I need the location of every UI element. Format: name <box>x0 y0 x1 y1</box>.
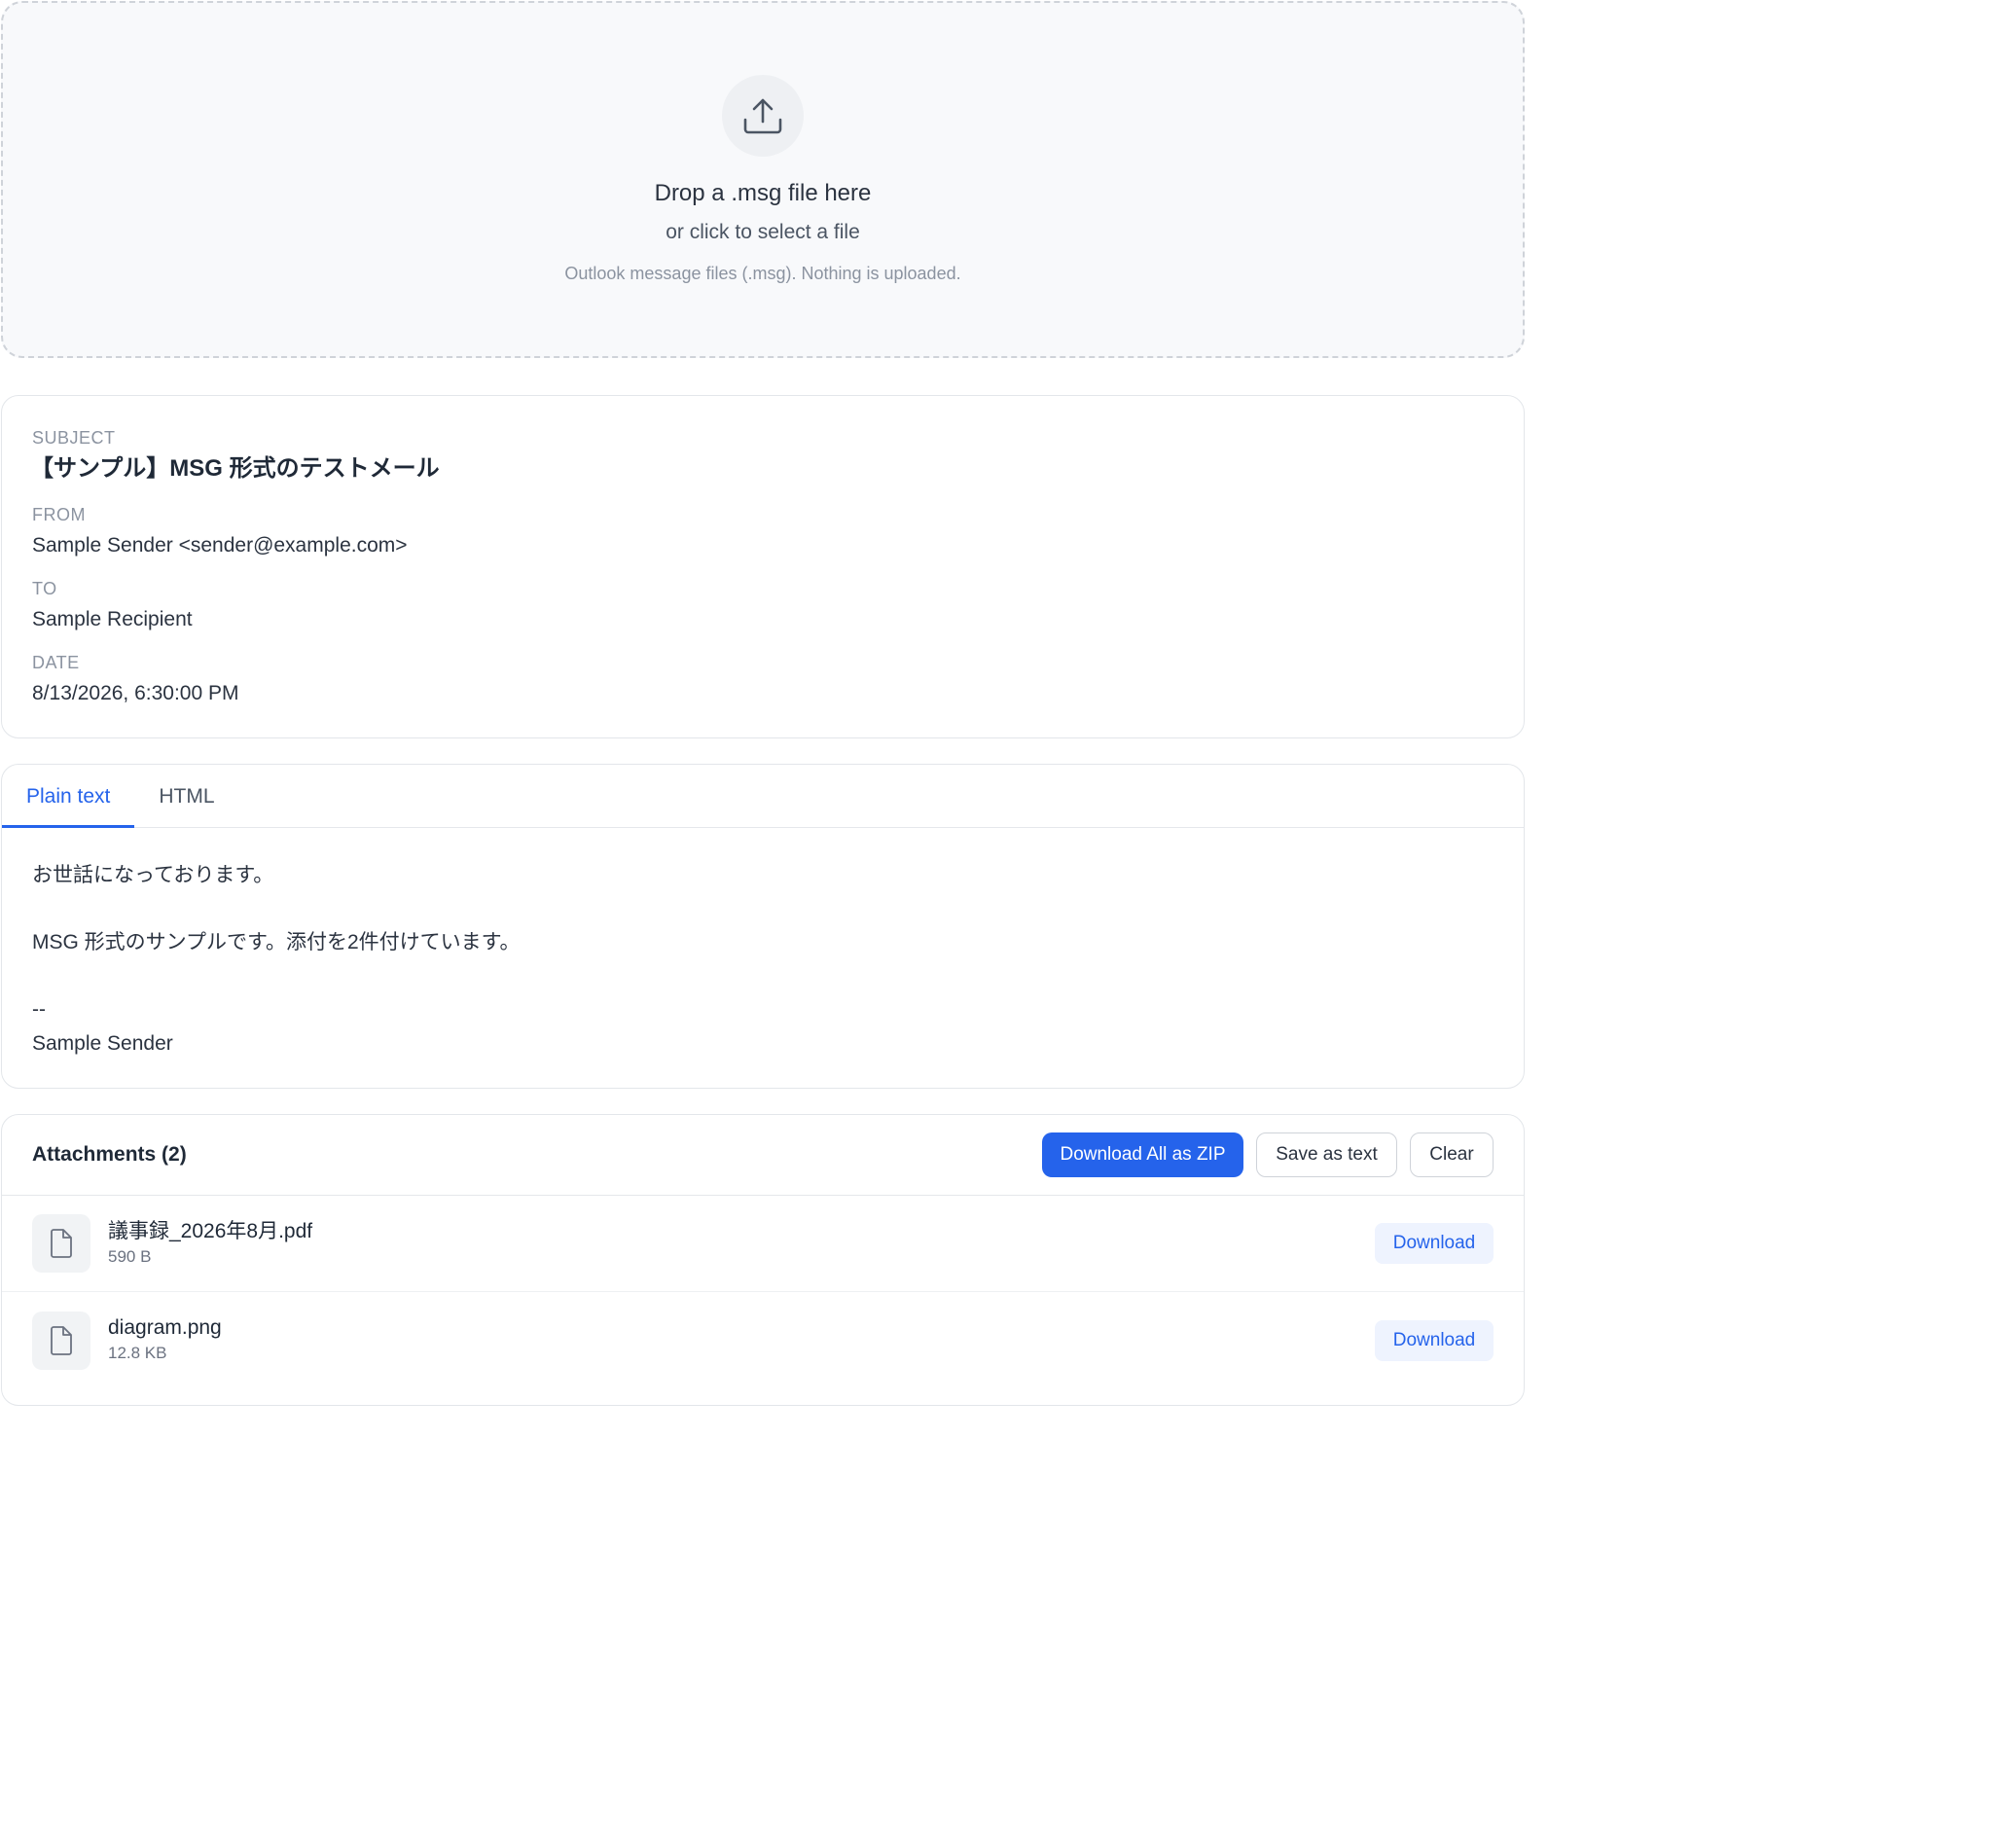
body-line: -- <box>32 998 46 1021</box>
page: Drop a .msg file here or click to select… <box>0 0 1526 1406</box>
download-all-zip-button[interactable]: Download All as ZIP <box>1042 1132 1243 1177</box>
attachment-size: 12.8 KB <box>108 1344 167 1362</box>
date-group: DATE 8/13/2026, 6:30:00 PM <box>32 652 1494 707</box>
upload-icon <box>743 98 782 134</box>
download-attachment-button[interactable]: Download <box>1375 1319 1494 1361</box>
from-value: Sample Sender <sender@example.com> <box>32 534 408 557</box>
attachments-card: Attachments (2) Download All as ZIP Save… <box>1 1114 1525 1406</box>
dropzone-subtitle: or click to select a file <box>666 221 860 243</box>
from-group: FROM Sample Sender <sender@example.com> <box>32 504 1494 559</box>
to-label: TO <box>32 579 57 598</box>
body-line: お世話になっております。 <box>32 864 274 886</box>
attachment-row: diagram.png 12.8 KB Download <box>2 1292 1524 1388</box>
tab-plain-text[interactable]: Plain text <box>2 765 135 828</box>
message-body-card: Plain text HTML お世話になっております。 MSG 形式のサンプル… <box>1 764 1525 1089</box>
save-as-text-button[interactable]: Save as text <box>1256 1132 1397 1177</box>
date-value: 8/13/2026, 6:30:00 PM <box>32 682 239 704</box>
file-icon <box>51 1229 72 1258</box>
body-line: MSG 形式のサンプルです。添付を2件付けています。 <box>32 931 521 953</box>
upload-icon-container <box>722 75 804 157</box>
from-label: FROM <box>32 505 86 524</box>
attachments-title: Attachments (2) <box>32 1143 187 1166</box>
message-metadata-card: SUBJECT 【サンプル】MSG 形式のテストメール FROM Sample … <box>1 395 1525 738</box>
download-attachment-button[interactable]: Download <box>1375 1223 1494 1264</box>
attachment-size: 590 B <box>108 1246 152 1266</box>
body-line: Sample Sender <box>32 1031 173 1055</box>
date-label: DATE <box>32 653 80 672</box>
subject-label: SUBJECT <box>32 428 116 448</box>
body-line <box>32 893 1494 927</box>
attachment-row: 議事録_2026年8月.pdf 590 B Download <box>2 1196 1524 1292</box>
file-icon-container <box>32 1311 90 1370</box>
to-group: TO Sample Recipient <box>32 578 1494 633</box>
clear-button[interactable]: Clear <box>1410 1132 1494 1177</box>
dropzone-title: Drop a .msg file here <box>654 180 872 206</box>
to-value: Sample Recipient <box>32 608 193 630</box>
tab-html[interactable]: HTML <box>134 765 238 828</box>
file-icon-container <box>32 1214 90 1273</box>
file-dropzone[interactable]: Drop a .msg file here or click to select… <box>1 1 1525 358</box>
dropzone-note: Outlook message files (.msg). Nothing is… <box>564 264 961 283</box>
attachment-name: 議事録_2026年8月.pdf <box>108 1219 313 1242</box>
attachment-name: diagram.png <box>108 1316 222 1339</box>
body-line <box>32 960 1494 994</box>
attachment-info: diagram.png 12.8 KB <box>108 1315 1375 1365</box>
subject-value: 【サンプル】MSG 形式のテストメール <box>30 455 440 482</box>
subject-group: SUBJECT 【サンプル】MSG 形式のテストメール <box>30 427 1494 484</box>
attachments-header: Attachments (2) Download All as ZIP Save… <box>2 1115 1524 1196</box>
message-body-text: お世話になっております。 MSG 形式のサンプルです。添付を2件付けています。 … <box>2 828 1524 1060</box>
body-tabs: Plain text HTML <box>2 765 1524 828</box>
file-icon <box>51 1325 72 1355</box>
attachment-info: 議事録_2026年8月.pdf 590 B <box>108 1219 1375 1269</box>
